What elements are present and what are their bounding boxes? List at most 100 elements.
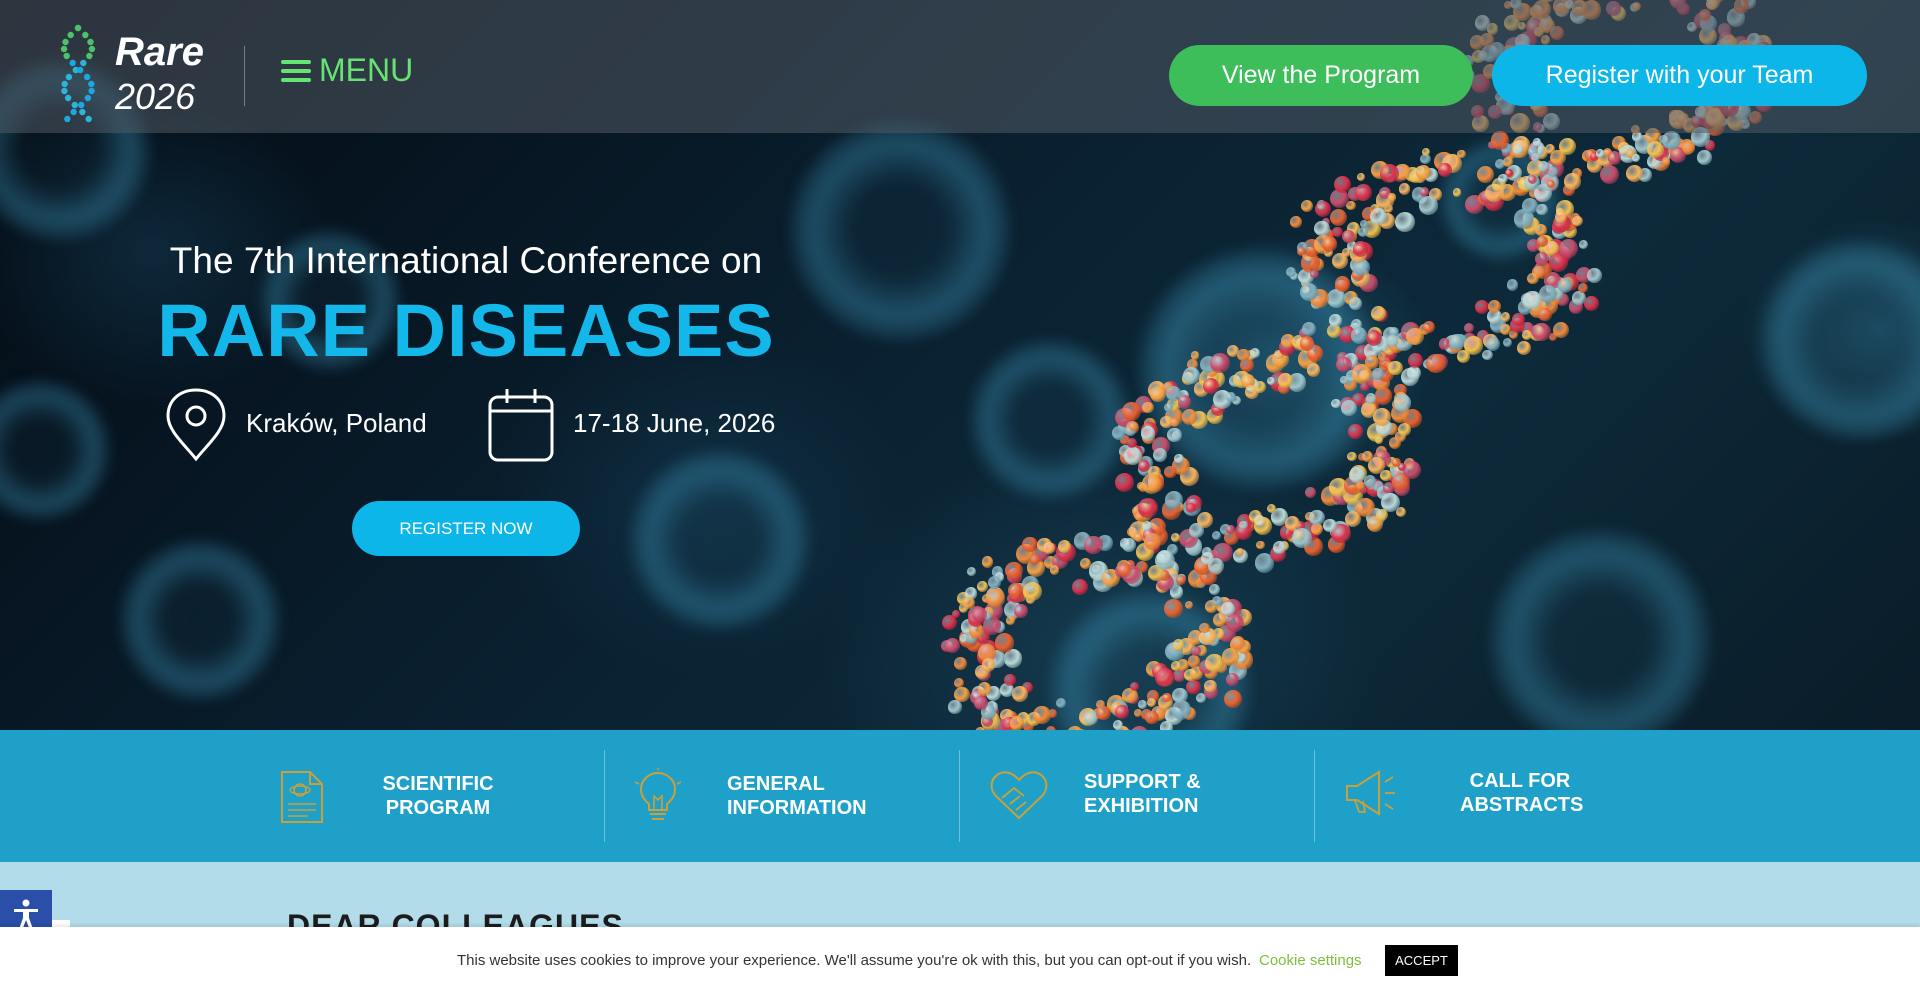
helix-bead (1301, 322, 1316, 337)
helix-bead (1557, 278, 1573, 293)
helix-bead (994, 633, 1015, 653)
helix-bead (1577, 282, 1589, 294)
helix-bead (1522, 290, 1542, 310)
helix-bead (1126, 438, 1137, 449)
helix-bead (1321, 236, 1338, 253)
register-now-button[interactable]: REGISTER NOW (352, 501, 580, 556)
helix-bead (1226, 525, 1235, 534)
feature-label: GENERAL INFORMATION (727, 773, 867, 819)
helix-bead (1347, 451, 1357, 462)
logo-title[interactable]: Rare (115, 30, 204, 75)
helix-bead (1205, 653, 1224, 672)
helix-bead (1498, 173, 1508, 184)
feature-divider (959, 750, 960, 842)
location-text: Kraków, Poland (246, 408, 427, 438)
feature-call-for-abstracts[interactable]: CALL FOR ABSTRACTS (1335, 730, 1665, 862)
cookie-settings-link[interactable]: Cookie settings (1259, 952, 1362, 969)
helix-bead (1290, 216, 1302, 228)
helix-bead (1138, 498, 1159, 519)
helix-bead (1310, 269, 1319, 278)
helix-bead (1553, 321, 1570, 338)
hero-subtitle: The 7th International Conference on (169, 240, 763, 281)
hamburger-icon (281, 57, 311, 85)
helix-bead (971, 607, 987, 622)
helix-bead (1538, 307, 1552, 322)
helix-bead (1254, 517, 1273, 536)
feature-scientific-program[interactable]: SCIENTIFIC PROGRAM (270, 730, 600, 862)
helix-bead (1371, 367, 1384, 380)
helix-bead (1463, 323, 1474, 333)
helix-bead (1371, 305, 1387, 321)
helix-bead (1304, 486, 1316, 498)
register-team-button[interactable]: Register with your Team (1492, 45, 1867, 106)
helix-bead (1115, 705, 1129, 719)
helix-bead (1599, 164, 1620, 185)
helix-bead (1128, 421, 1138, 431)
view-program-button[interactable]: View the Program (1169, 45, 1473, 106)
helix-bead (1406, 327, 1424, 346)
helix-bead (1115, 472, 1135, 493)
logo-year[interactable]: 2026 (115, 76, 195, 118)
helix-bead (1387, 192, 1397, 202)
helix-bead (1608, 151, 1622, 165)
helix-bead (1042, 541, 1056, 554)
helix-bead (1579, 240, 1588, 250)
helix-bead (1133, 532, 1143, 543)
helix-bead (1186, 679, 1201, 694)
helix-bead (1007, 582, 1023, 598)
helix-bead (1499, 324, 1511, 336)
helix-bead (1697, 150, 1712, 165)
helix-bead (1009, 716, 1025, 730)
helix-bead (1207, 558, 1224, 574)
helix-bead (1393, 394, 1412, 413)
menu-button[interactable]: MENU (281, 52, 413, 89)
bokeh-circle (1760, 240, 1920, 440)
helix-bead (1013, 603, 1029, 619)
helix-bead (1177, 395, 1192, 409)
helix-bead (1373, 407, 1392, 426)
helix-bead (1186, 503, 1196, 514)
helix-bead (1330, 398, 1341, 409)
helix-bead (985, 588, 1006, 609)
document-icon (281, 771, 323, 823)
helix-bead (1548, 166, 1558, 177)
helix-bead (1632, 153, 1641, 162)
helix-bead (1558, 239, 1578, 259)
helix-bead (981, 658, 995, 672)
helix-bead (1096, 705, 1111, 721)
cookie-accept-button[interactable]: ACCEPT (1385, 945, 1458, 976)
helix-bead (1296, 246, 1306, 256)
feature-label: SUPPORT & EXHIBITION (1084, 771, 1201, 817)
helix-bead (1500, 312, 1511, 322)
helix-bead (1300, 199, 1314, 213)
cookie-banner: This website uses cookies to improve you… (0, 927, 1920, 993)
helix-bead (1230, 635, 1245, 650)
logo-helix-icon[interactable] (58, 22, 118, 132)
helix-bead (1225, 613, 1244, 632)
helix-bead (1499, 184, 1516, 201)
feature-support-exhibition[interactable]: SUPPORT & EXHIBITION (980, 730, 1310, 862)
helix-bead (1464, 335, 1484, 355)
helix-bead (1165, 490, 1184, 509)
feature-divider (1314, 750, 1315, 842)
helix-bead (1392, 458, 1401, 467)
location-pin-icon (166, 388, 226, 462)
helix-bead (1210, 352, 1231, 373)
feature-general-information[interactable]: GENERAL INFORMATION (625, 730, 955, 862)
helix-bead (1164, 402, 1174, 412)
helix-bead (1359, 219, 1368, 229)
helix-bead (1138, 699, 1147, 709)
helix-bead (1625, 164, 1643, 182)
helix-bead (963, 596, 976, 609)
helix-bead (1169, 417, 1179, 427)
helix-bead (1152, 448, 1167, 463)
helix-bead (1049, 565, 1060, 575)
cookie-text: This website uses cookies to improve you… (457, 952, 1252, 969)
helix-bead (1172, 639, 1185, 651)
helix-bead (1564, 173, 1581, 190)
bokeh-circle (0, 380, 110, 520)
bokeh-circle (970, 340, 1130, 500)
helix-bead (1226, 673, 1239, 686)
helix-bead (1164, 599, 1184, 618)
helix-bead (1522, 198, 1538, 215)
